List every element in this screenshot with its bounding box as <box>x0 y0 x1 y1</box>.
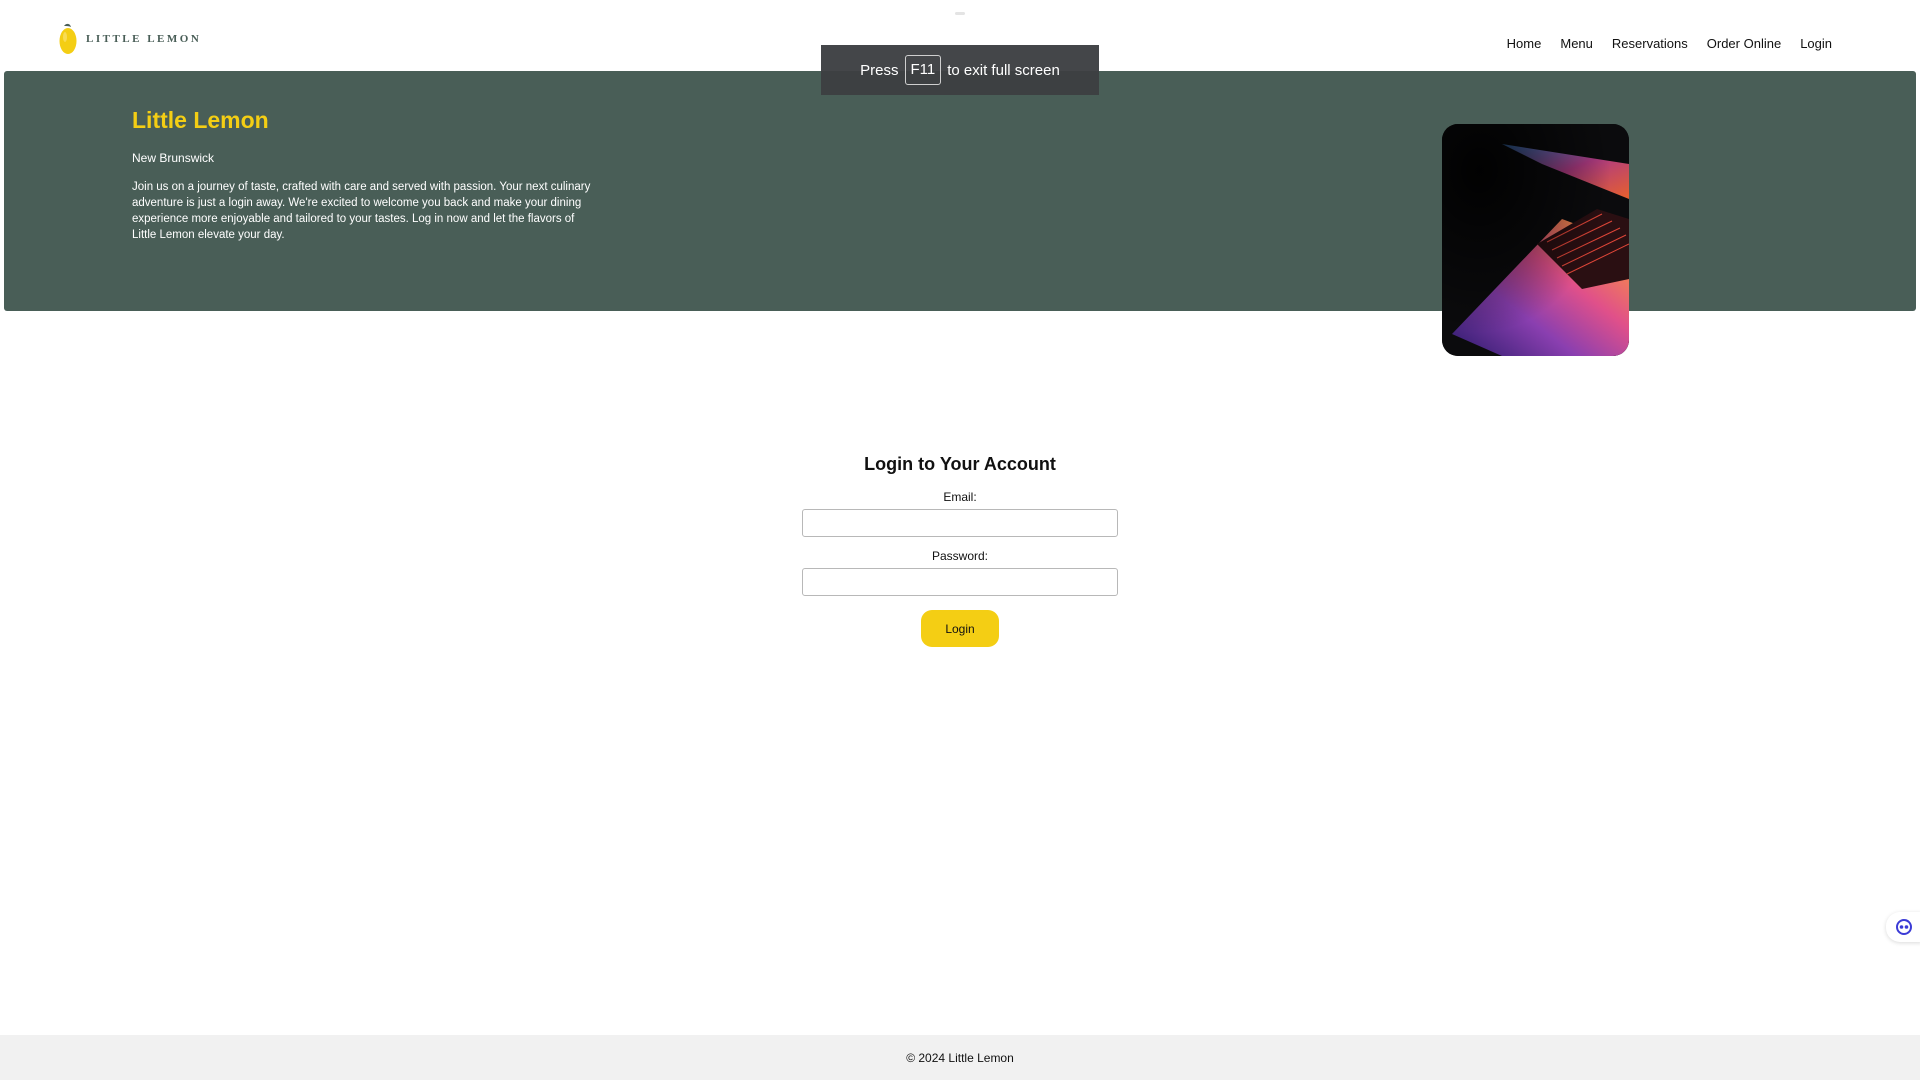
lemon-icon <box>59 23 77 54</box>
hero-title: Little Lemon <box>132 107 269 133</box>
fullscreen-notice: Press F11 to exit full screen <box>821 45 1099 95</box>
site-footer: © 2024 Little Lemon <box>0 1035 1920 1080</box>
assistant-face-icon <box>1896 919 1912 935</box>
floating-assistant-button[interactable] <box>1886 912 1920 942</box>
email-field[interactable] <box>802 509 1118 537</box>
footer-copyright: © 2024 Little Lemon <box>906 1050 1014 1065</box>
laptop-photo <box>1442 124 1629 356</box>
fullscreen-notice-prefix: Press <box>860 61 899 79</box>
login-heading: Login to Your Account <box>864 454 1056 474</box>
main-nav: Home Menu Reservations Order Online Logi… <box>1507 36 1832 51</box>
email-label: Email: <box>943 490 977 504</box>
nav-order-online[interactable]: Order Online <box>1707 36 1781 51</box>
nav-login[interactable]: Login <box>1800 36 1832 51</box>
login-button[interactable]: Login <box>921 610 999 647</box>
fullscreen-notice-suffix: to exit full screen <box>947 61 1060 79</box>
login-form: Login to Your Account Email: Password: L… <box>802 454 1118 647</box>
hero-image <box>1442 124 1629 356</box>
hero-banner: Little Lemon New Brunswick Join us on a … <box>4 71 1916 311</box>
logo[interactable]: Little Lemon <box>58 22 201 56</box>
nav-home[interactable]: Home <box>1507 36 1542 51</box>
password-label: Password: <box>931 549 989 563</box>
logo-text: Little Lemon <box>86 33 202 45</box>
nav-menu[interactable]: Menu <box>1560 36 1593 51</box>
password-field[interactable] <box>802 568 1118 596</box>
hero-subtitle: New Brunswick <box>132 151 215 165</box>
hero-description: Join us on a journey of taste, crafted w… <box>132 181 591 241</box>
nav-reservations[interactable]: Reservations <box>1612 36 1688 51</box>
fullscreen-notice-key: F11 <box>904 55 942 85</box>
page: Little Lemon Home Menu Reservations Orde… <box>0 0 1920 1080</box>
